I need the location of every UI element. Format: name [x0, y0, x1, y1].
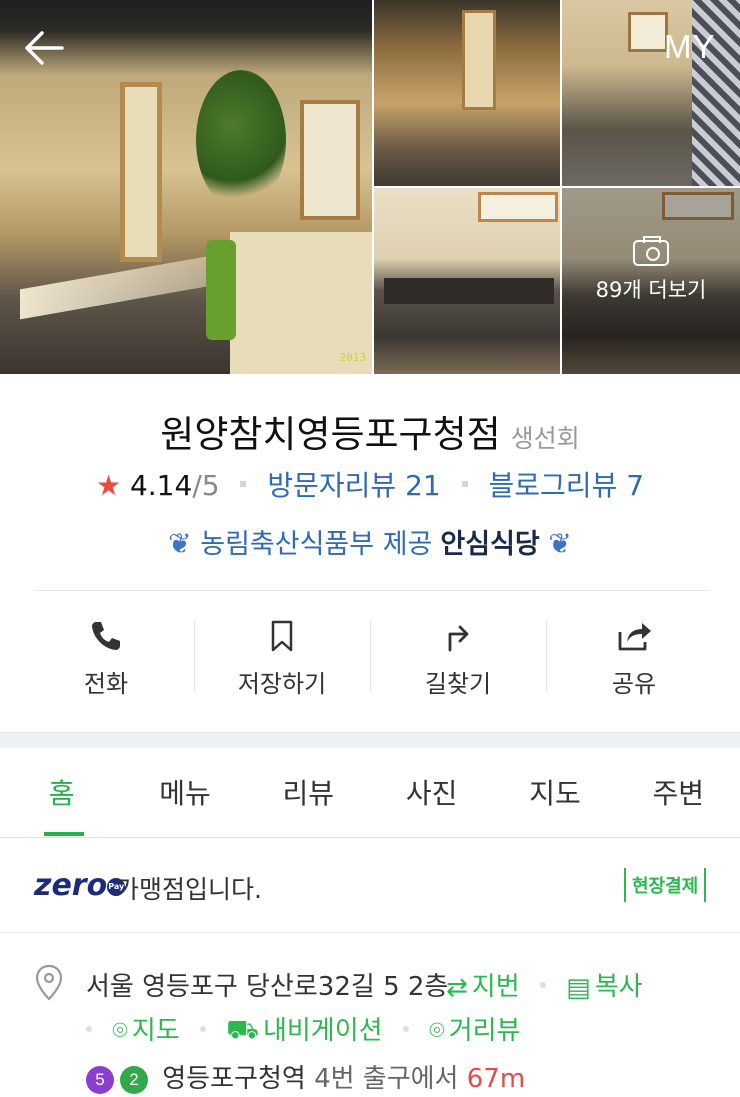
map-pin-icon: ⌾	[112, 1016, 128, 1046]
rating-max: /5	[192, 469, 220, 502]
separator-dot	[240, 481, 247, 487]
rating-row: ★ 4.14/5 방문자리뷰 21 블로그리뷰 7	[0, 464, 740, 504]
zeropay-text: 가맹점입니다.	[116, 875, 262, 904]
map-label: 지도	[131, 1016, 180, 1046]
onsite-payment-badge[interactable]: 현장결제	[624, 868, 707, 902]
tab-nearby[interactable]: 주변	[617, 748, 740, 837]
save-label: 저장하기	[237, 670, 327, 698]
action-bar: 전화 저장하기 길찾기 공유	[18, 612, 722, 702]
place-category: 생선회	[510, 424, 580, 453]
street-view-icon: ⌾	[429, 1016, 445, 1046]
call-label: 전화	[83, 670, 129, 698]
arrow-left-icon	[25, 31, 64, 65]
location-pin-icon	[35, 964, 63, 1001]
tab-map[interactable]: 지도	[493, 748, 616, 837]
directions-icon	[448, 625, 469, 652]
subway-line-2-badge: 2	[120, 1065, 148, 1094]
safe-restaurant-badge[interactable]: ❦ 농림축산식품부 제공 안심식당 ❦	[0, 522, 740, 561]
separator-dot	[199, 1025, 206, 1032]
station-exit: 4번 출구에서	[314, 1064, 459, 1094]
phone-icon	[92, 622, 120, 650]
photo-thumb-3[interactable]	[374, 188, 560, 374]
zeropay-logo: zeroPay	[34, 868, 126, 903]
cert-badge: 안심식당	[440, 529, 540, 560]
street-view-link[interactable]: ⌾ 거리뷰	[429, 1016, 520, 1046]
photo-thumb-1[interactable]	[374, 0, 560, 186]
jibun-label: 지번	[471, 972, 520, 1002]
camera-icon	[633, 236, 669, 266]
visitor-reviews-link[interactable]: 방문자리뷰 21	[267, 469, 440, 502]
divider	[34, 590, 710, 591]
navigation-label: 내비게이션	[262, 1016, 383, 1046]
rating-score: 4.14	[129, 469, 193, 502]
directions-button[interactable]: 길찾기	[370, 612, 546, 702]
tab-reviews[interactable]: 리뷰	[247, 748, 370, 837]
save-button[interactable]: 저장하기	[194, 612, 370, 702]
separator-dot	[539, 981, 546, 988]
divider	[0, 932, 740, 933]
more-photos-button[interactable]: 89개 더보기	[562, 236, 740, 304]
subway-line-5-badge: 5	[86, 1065, 114, 1094]
swap-icon: ⇄	[446, 972, 468, 1003]
place-name: 원양참치영등포구청점	[160, 413, 501, 456]
photo-stamp: 2013	[339, 351, 367, 364]
street-view-label: 거리뷰	[448, 1016, 521, 1046]
tab-menu[interactable]: 메뉴	[123, 748, 246, 837]
place-title-row: 원양참치영등포구청점 생선회	[0, 404, 740, 458]
laurel-right-icon: ❦	[548, 527, 572, 560]
station-distance: 67m	[466, 1064, 526, 1094]
tab-photos[interactable]: 사진	[370, 748, 493, 837]
tab-bar: 홈 메뉴 리뷰 사진 지도 주변	[0, 748, 740, 838]
back-button[interactable]	[22, 28, 70, 68]
call-button[interactable]: 전화	[18, 612, 194, 702]
bookmark-icon	[271, 620, 293, 652]
directions-label: 길찾기	[424, 670, 492, 698]
address-text: 서울 영등포구 당산로32길 5 2층	[86, 972, 449, 1002]
share-button[interactable]: 공유	[546, 612, 722, 702]
separator-dot	[461, 481, 468, 487]
separator-dot	[402, 1025, 409, 1032]
navigation-link[interactable]: ⛟ 내비게이션	[226, 1014, 383, 1047]
copy-label: 복사	[594, 972, 643, 1002]
station-name: 영등포구청역	[162, 1064, 306, 1094]
separator-dot	[86, 1025, 92, 1032]
more-photos-label: 89개 더보기	[595, 278, 707, 302]
share-icon	[618, 623, 651, 651]
car-icon: ⛟	[226, 1014, 259, 1045]
cert-provider: 농림축산식품부 제공	[200, 529, 433, 560]
copy-button[interactable]: ▤ 복사	[566, 972, 643, 1003]
copy-icon: ▤	[566, 972, 591, 1003]
laurel-left-icon: ❦	[168, 527, 192, 560]
jibun-button[interactable]: ⇄ 지번	[446, 972, 520, 1003]
blog-reviews-link[interactable]: 블로그리뷰 7	[489, 469, 645, 502]
section-gap	[0, 732, 740, 748]
address-links: ⌾ 지도 ⛟ 내비게이션 ⌾ 거리뷰	[86, 1010, 520, 1049]
subway-info: 52 영등포구청역 4번 출구에서 67m	[86, 1058, 525, 1095]
my-button[interactable]: MY	[664, 28, 716, 66]
address-actions: ⇄ 지번 ▤ 복사	[446, 966, 643, 1003]
photo-grid: 2013 89개 더보기 MY	[0, 0, 740, 374]
share-label: 공유	[611, 670, 657, 698]
tab-home[interactable]: 홈	[0, 748, 123, 837]
map-link[interactable]: ⌾ 지도	[112, 1016, 179, 1046]
star-icon: ★	[95, 469, 122, 502]
zeropay-brand: zero	[34, 868, 108, 903]
